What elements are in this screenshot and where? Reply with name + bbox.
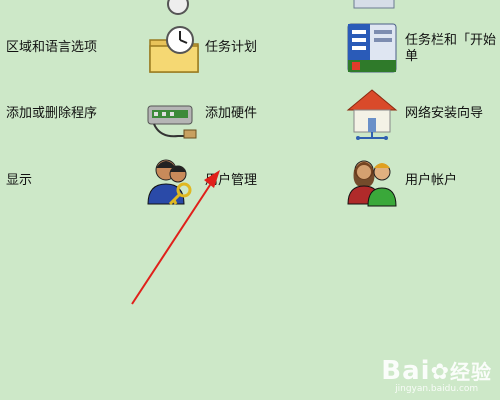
- network-wizard-icon: [344, 86, 400, 142]
- window-icon: [353, 0, 395, 9]
- network-wizard-label: 网络安装向导: [405, 106, 484, 121]
- display-label: 显示: [6, 173, 33, 188]
- watermark-brand: Bai✿经验: [381, 356, 492, 386]
- user-management-label: 用户管理: [205, 173, 258, 188]
- user-accounts-label: 用户帐户: [405, 173, 458, 188]
- taskbar-start-label-line1: 任务栏和「开始: [405, 33, 497, 48]
- partial-icon-top-left[interactable]: [150, 0, 206, 20]
- scheduled-tasks-label: 任务计划: [205, 40, 258, 55]
- region-language-label: 区域和语言选项: [6, 40, 98, 55]
- taskbar-start-label-line2: 单: [405, 49, 419, 64]
- clock-folder-icon: [167, 0, 189, 15]
- user-management-icon: [144, 154, 200, 210]
- watermark-url: jingyan.baidu.com: [395, 384, 479, 394]
- add-hardware-label: 添加硬件: [205, 106, 258, 121]
- partial-icon-top-right[interactable]: [346, 0, 402, 16]
- scheduled-tasks-icon: [146, 22, 202, 78]
- user-accounts-icon: [344, 154, 400, 210]
- paw-icon: ✿: [430, 360, 450, 385]
- baidu-watermark: Bai✿经验 jingyan.baidu.com: [381, 356, 492, 394]
- taskbar-start-icon: [344, 20, 400, 76]
- add-remove-programs-label: 添加或删除程序: [6, 106, 98, 121]
- annotation-arrow: [131, 170, 220, 305]
- add-hardware-icon: [144, 88, 200, 144]
